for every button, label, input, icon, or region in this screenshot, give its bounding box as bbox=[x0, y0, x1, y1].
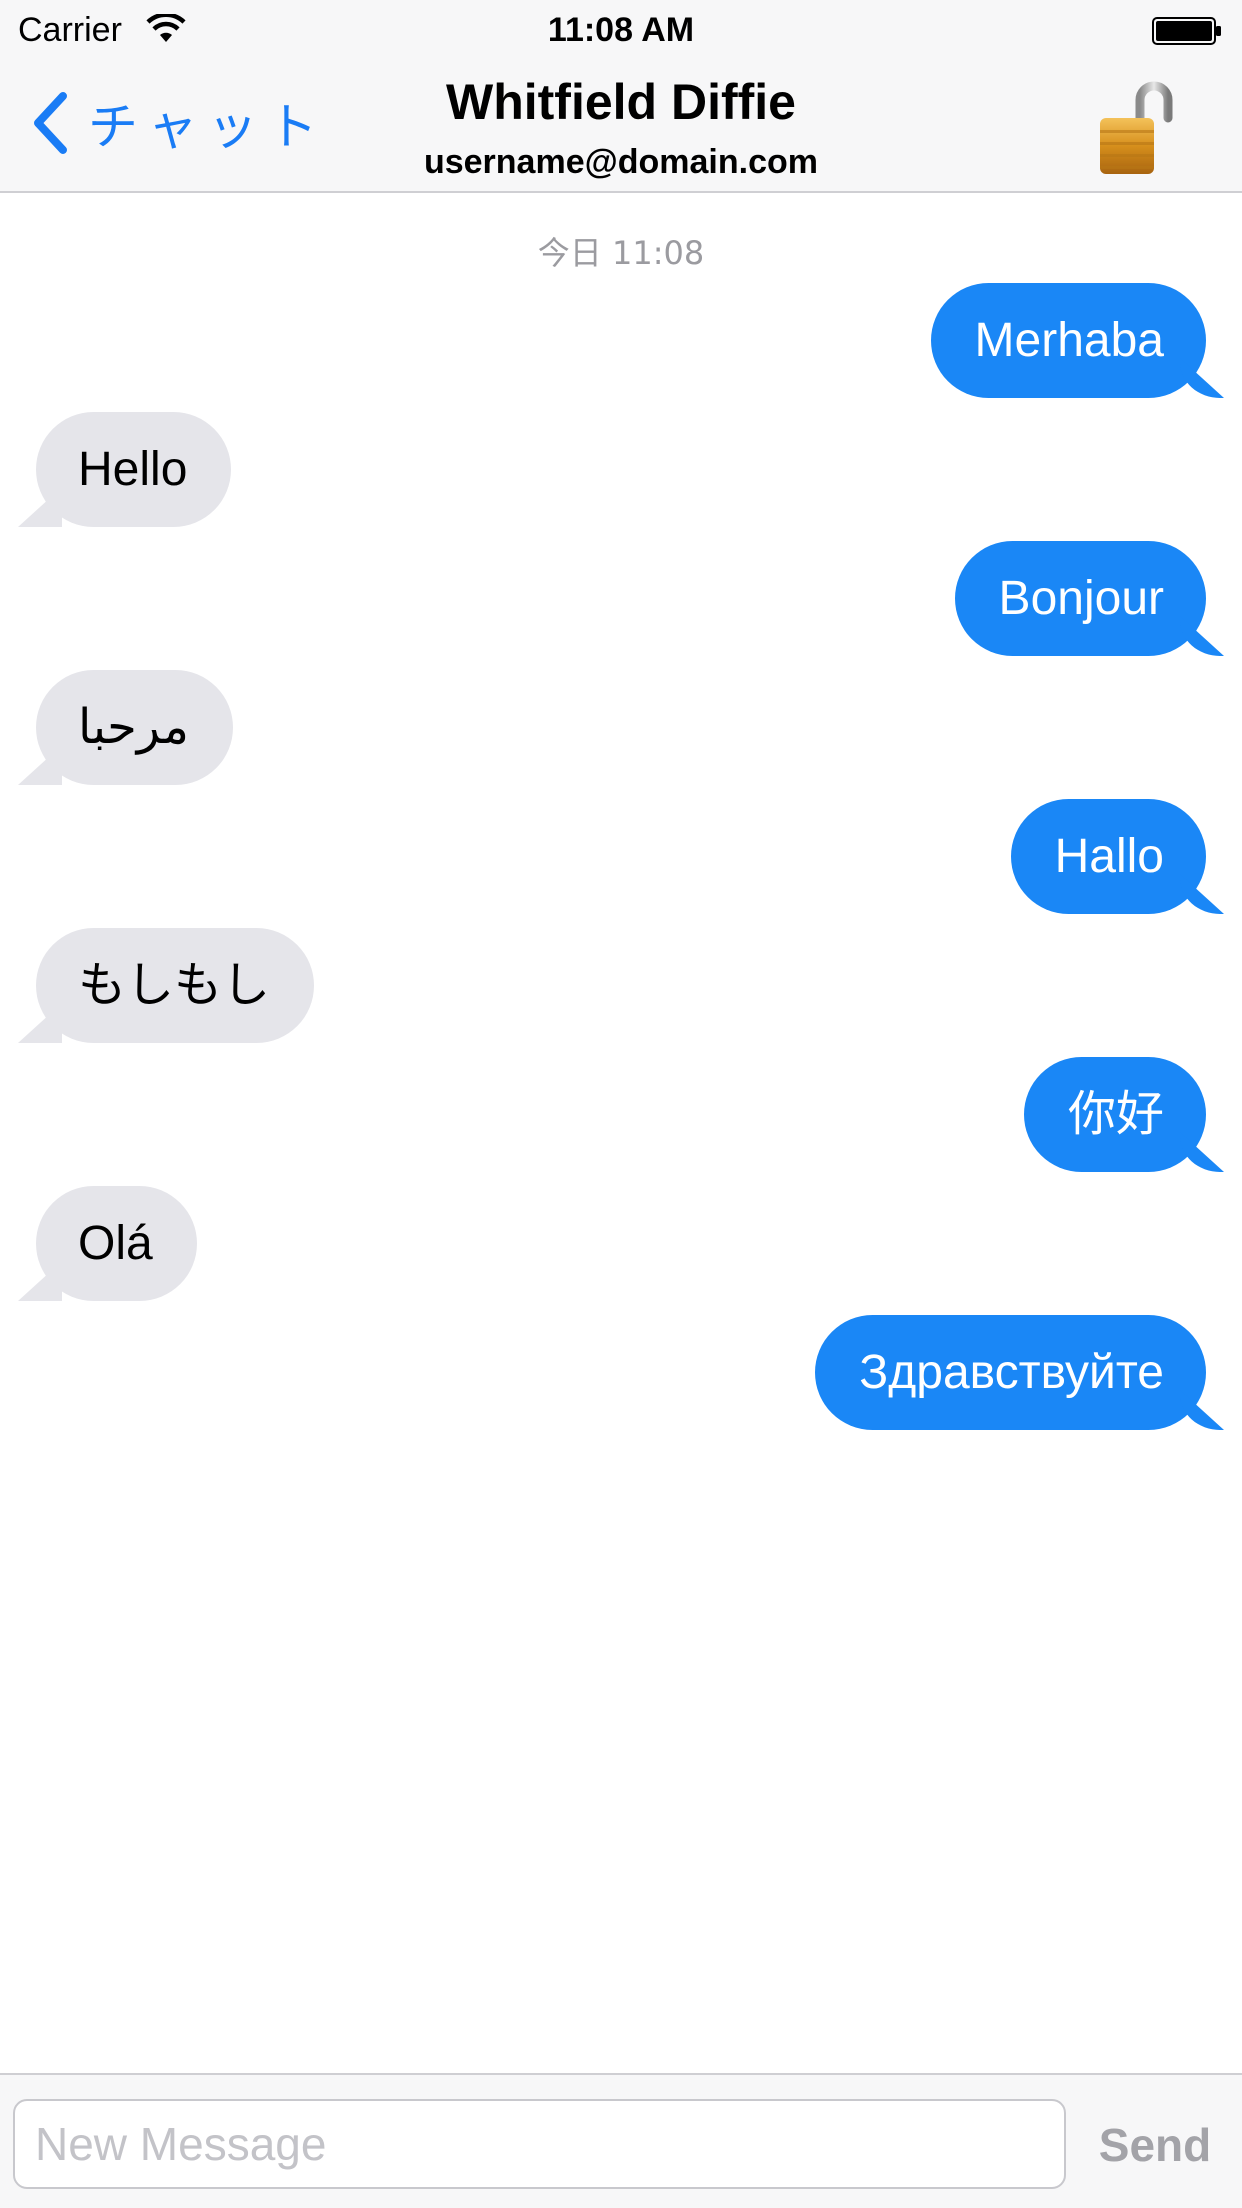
padlock-open-icon[interactable] bbox=[1096, 78, 1182, 178]
outgoing-message-bubble[interactable]: 你好 bbox=[1023, 1057, 1206, 1172]
contact-address: username@domain.com bbox=[423, 143, 819, 181]
message-text: Hello bbox=[78, 443, 188, 496]
incoming-message-bubble[interactable]: Hello bbox=[36, 412, 232, 527]
outgoing-message-bubble[interactable]: Здравствуйте bbox=[815, 1315, 1206, 1430]
message-text: もしもし bbox=[78, 957, 271, 1013]
message-thread[interactable]: 今日 11:08 Merhaba Hello Bonjour مرحبا Hal… bbox=[0, 193, 1242, 2073]
incoming-message-bubble[interactable]: もしもし bbox=[36, 928, 315, 1043]
message-text: 你好 bbox=[1067, 1086, 1164, 1142]
status-time: 11:08 AM bbox=[547, 11, 695, 49]
send-button[interactable]: Send bbox=[1080, 2103, 1230, 2187]
battery-icon bbox=[1152, 17, 1222, 45]
contact-name: Whitfield Diffie bbox=[446, 74, 796, 130]
message-text: Здравствуйте bbox=[859, 1346, 1164, 1399]
outgoing-message-bubble[interactable]: Hallo bbox=[1010, 799, 1206, 914]
status-bar: Carrier 11:08 AM bbox=[0, 0, 1242, 60]
message-text: Merhaba bbox=[974, 314, 1164, 367]
incoming-message-bubble[interactable]: Olá bbox=[36, 1186, 197, 1301]
thread-timestamp: 今日 11:08 bbox=[537, 234, 705, 272]
incoming-message-bubble[interactable]: مرحبا bbox=[36, 670, 233, 785]
message-text: Hallo bbox=[1054, 830, 1164, 883]
new-message-input[interactable] bbox=[13, 2099, 1066, 2189]
message-text: مرحبا bbox=[78, 699, 189, 755]
navigation-bar: チャット Whitfield Diffie username@domain.co… bbox=[0, 60, 1242, 193]
message-text: Bonjour bbox=[998, 572, 1164, 625]
message-text: Olá bbox=[78, 1217, 153, 1270]
outgoing-message-bubble[interactable]: Merhaba bbox=[930, 283, 1206, 398]
outgoing-message-bubble[interactable]: Bonjour bbox=[954, 541, 1206, 656]
composer-bar: Send bbox=[0, 2073, 1242, 2208]
